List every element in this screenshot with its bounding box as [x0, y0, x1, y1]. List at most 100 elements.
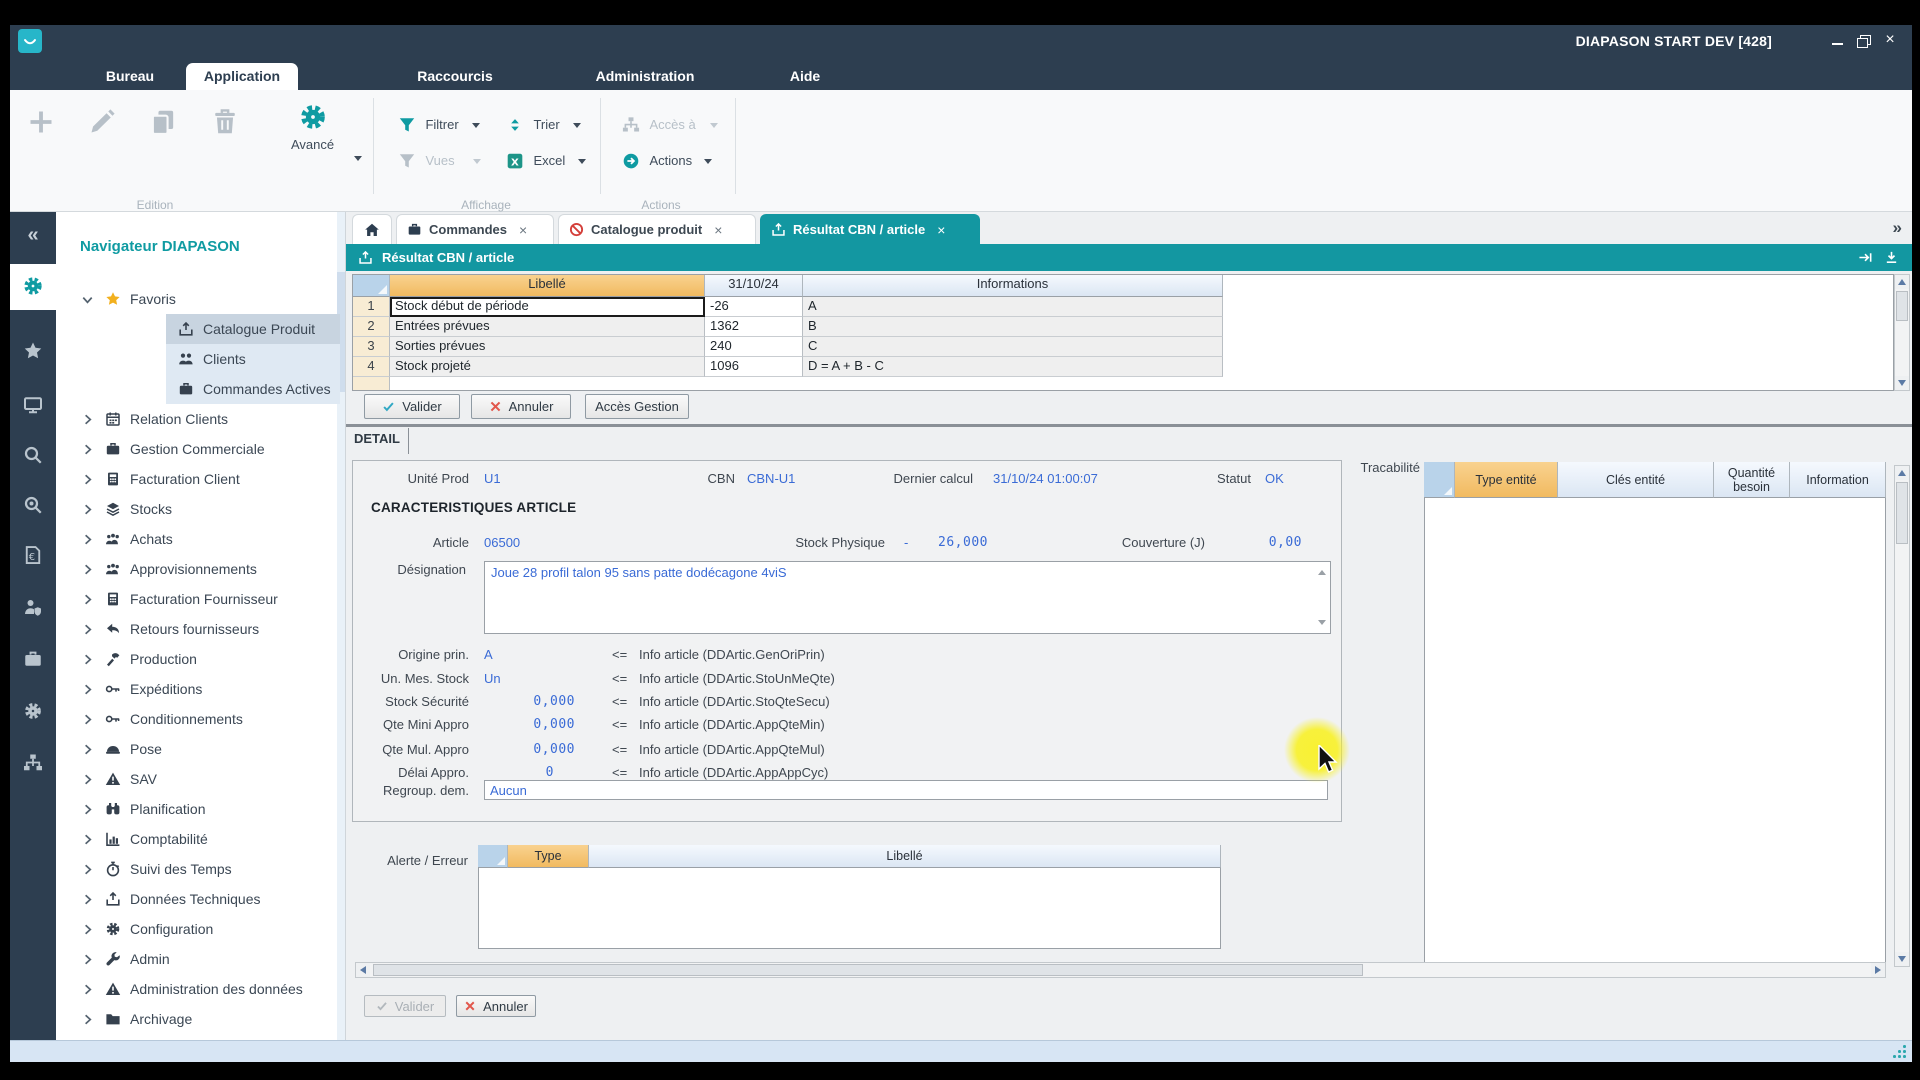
tree-item-commandes-actives[interactable]: Commandes Actives [166, 374, 340, 404]
resize-grip-icon[interactable] [1893, 1045, 1906, 1058]
tree-item-planification[interactable]: Planification [56, 794, 345, 824]
menu-tab-raccourcis[interactable]: Raccourcis [390, 63, 520, 90]
sidebar-collapse-button[interactable]: « [10, 216, 56, 254]
excel-button[interactable]: Excel [506, 152, 586, 170]
designation-field[interactable]: Joue 28 profil talon 95 sans patte dodéc… [484, 561, 1331, 634]
valider-button[interactable]: Valider [364, 394, 460, 419]
scroll-down-icon[interactable] [1895, 376, 1909, 390]
scroll-down-icon[interactable] [1895, 952, 1909, 966]
avance-dropdown-icon[interactable] [354, 156, 362, 161]
actions-button[interactable]: Actions [622, 152, 712, 170]
trier-button[interactable]: Trier [506, 116, 582, 134]
tree-item-clients[interactable]: Clients [166, 344, 340, 374]
copy-button[interactable] [149, 108, 177, 141]
minimize-button[interactable] [1828, 31, 1848, 51]
tracabilite-column-information[interactable]: Information [1790, 462, 1886, 498]
grid-cell-info[interactable]: D = A + B - C [803, 357, 1223, 377]
tree-item-configuration[interactable]: Configuration [56, 914, 345, 944]
tab-resultat-cbn-article[interactable]: Résultat CBN / article × [760, 214, 980, 244]
tree-item-facturation-fournisseur[interactable]: Facturation Fournisseur [56, 584, 345, 614]
grid-cell-info[interactable]: B [803, 317, 1223, 337]
tree-item-favoris[interactable]: Favoris [56, 284, 345, 314]
rail-item-desktop[interactable] [10, 384, 56, 426]
grid-cell-libelle[interactable]: Stock projeté [390, 357, 705, 377]
tree-item-pose[interactable]: Pose [56, 734, 345, 764]
scrollbar-thumb[interactable] [1896, 482, 1908, 544]
tab-home[interactable] [352, 214, 392, 244]
tracabilite-column-quantite-besoin[interactable]: Quantité besoin [1714, 462, 1790, 498]
grid-cell-value[interactable]: 1096 [705, 357, 803, 377]
menu-tab-administration[interactable]: Administration [570, 63, 720, 90]
footer-annuler-button[interactable]: Annuler [456, 995, 536, 1017]
scroll-down-icon[interactable] [1318, 620, 1326, 625]
scrollbar-thumb[interactable] [373, 964, 1363, 976]
restore-button[interactable] [1854, 31, 1874, 51]
grid-cell-libelle[interactable]: Stock début de période [390, 297, 705, 317]
more-tabs-button[interactable]: » [1893, 218, 1902, 238]
rail-item-users[interactable] [10, 586, 56, 628]
tree-item-donnees-techniques[interactable]: Données Techniques [56, 884, 345, 914]
menu-tab-aide[interactable]: Aide [770, 63, 840, 90]
tree-item-conditionnements[interactable]: Conditionnements [56, 704, 345, 734]
rail-item-search[interactable] [10, 434, 56, 476]
menu-tab-bureau[interactable]: Bureau [80, 63, 180, 90]
grid-cell-info[interactable]: A [803, 297, 1223, 317]
menu-tab-application[interactable]: Application [186, 63, 298, 90]
scroll-right-icon[interactable] [1871, 963, 1885, 977]
download-icon[interactable] [1884, 250, 1899, 265]
footer-valider-button[interactable]: Valider [364, 995, 446, 1017]
scroll-up-icon[interactable] [1895, 275, 1909, 289]
grid-cell-value[interactable]: 1362 [705, 317, 803, 337]
rail-item-invoices[interactable] [10, 534, 56, 576]
tree-item-approvisionnements[interactable]: Approvisionnements [56, 554, 345, 584]
grid-cell-value[interactable]: -26 [705, 297, 803, 317]
close-icon[interactable]: × [519, 222, 527, 238]
tree-item-stocks[interactable]: Stocks [56, 494, 345, 524]
delete-button[interactable] [211, 108, 239, 141]
tree-item-catalogue-produit[interactable]: Catalogue Produit [166, 314, 340, 344]
close-button[interactable]: × [1880, 31, 1900, 51]
rail-item-locate[interactable] [10, 484, 56, 526]
avance-button[interactable]: Avancé [291, 102, 334, 152]
tree-item-suivi-des-temps[interactable]: Suivi des Temps [56, 854, 345, 884]
row-number[interactable]: 4 [353, 357, 390, 377]
row-number[interactable]: 1 [353, 297, 390, 317]
column-header-libelle[interactable]: Libellé [390, 275, 705, 297]
panel-vertical-scrollbar[interactable] [1894, 465, 1910, 967]
grid-cell-libelle[interactable]: Entrées prévues [390, 317, 705, 337]
scroll-left-icon[interactable] [356, 963, 370, 977]
close-icon[interactable]: × [937, 222, 945, 238]
tree-item-comptabilite[interactable]: Comptabilité [56, 824, 345, 854]
grid-cell-value[interactable]: 240 [705, 337, 803, 357]
tab-detail[interactable]: DETAIL [354, 431, 400, 446]
column-header-informations[interactable]: Informations [803, 275, 1223, 297]
rail-item-settings[interactable] [10, 690, 56, 732]
tree-item-achats[interactable]: Achats [56, 524, 345, 554]
goto-end-icon[interactable] [1858, 250, 1873, 265]
grid-select-all-cell[interactable] [353, 275, 390, 297]
scrollbar-thumb[interactable] [1896, 291, 1908, 321]
rail-item-business[interactable] [10, 638, 56, 680]
regroup-dem-field[interactable]: Aucun [484, 780, 1328, 800]
tab-commandes[interactable]: Commandes × [396, 214, 554, 244]
grid-vertical-scrollbar[interactable] [1894, 274, 1910, 391]
row-number[interactable]: 2 [353, 317, 390, 337]
horizontal-scrollbar[interactable] [355, 962, 1886, 978]
alerte-column-type[interactable]: Type [508, 845, 589, 868]
grid-cell-info[interactable]: C [803, 337, 1223, 357]
new-button[interactable] [27, 108, 55, 141]
close-icon[interactable]: × [714, 222, 722, 238]
edit-button[interactable] [88, 108, 116, 141]
tree-item-gestion-commerciale[interactable]: Gestion Commerciale [56, 434, 345, 464]
scroll-up-icon[interactable] [1318, 570, 1326, 575]
grid-cell-libelle[interactable]: Sorties prévues [390, 337, 705, 357]
tree-item-retours-fournisseurs[interactable]: Retours fournisseurs [56, 614, 345, 644]
annuler-button[interactable]: Annuler [471, 394, 571, 419]
alerte-column-libelle[interactable]: Libellé [589, 845, 1221, 868]
tree-item-production[interactable]: Production [56, 644, 345, 674]
vues-button[interactable]: Vues [398, 152, 482, 170]
row-number[interactable]: 3 [353, 337, 390, 357]
rail-item-navigator[interactable] [10, 264, 56, 310]
tree-item-admin[interactable]: Admin [56, 944, 345, 974]
scroll-up-icon[interactable] [1895, 466, 1909, 480]
